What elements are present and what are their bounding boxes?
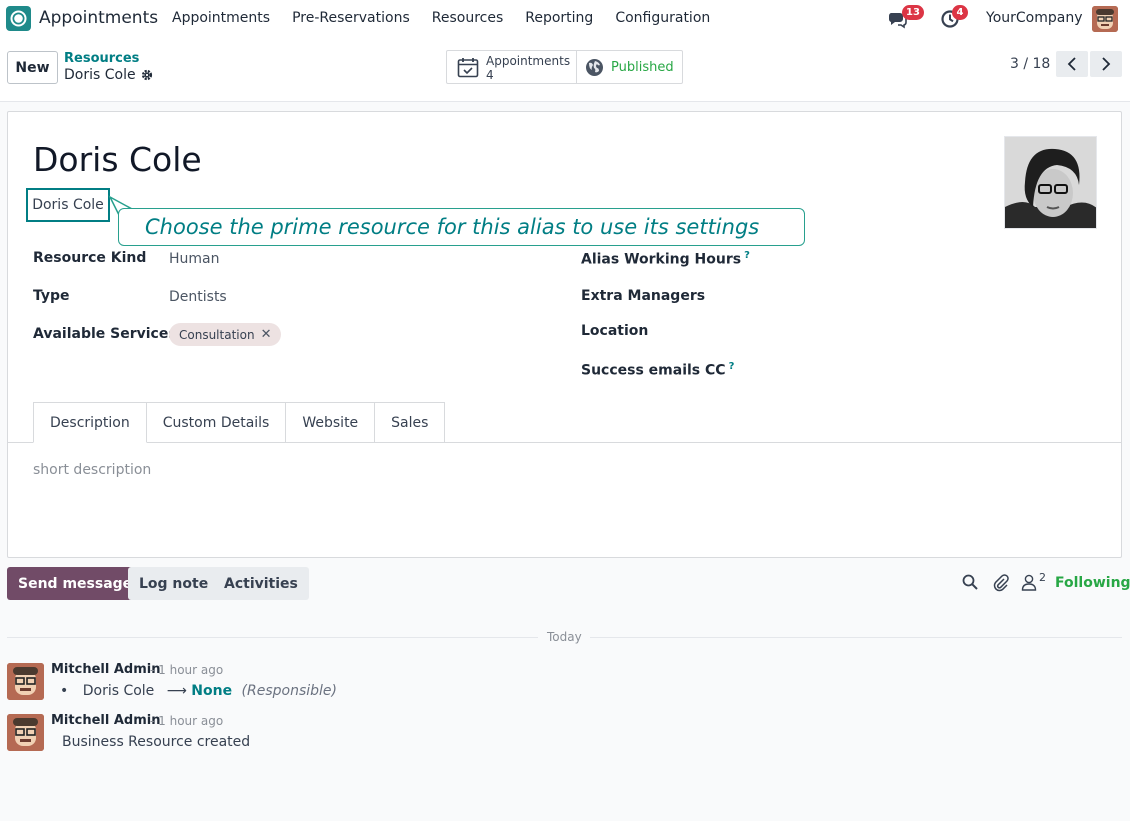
- breadcrumb-resources[interactable]: Resources: [64, 51, 139, 66]
- bullet: •: [60, 683, 69, 699]
- messages-badge: 13: [902, 5, 924, 20]
- main-menu: Appointments Pre-Reservations Resources …: [172, 10, 732, 26]
- remove-tag-icon[interactable]: ✕: [261, 327, 272, 342]
- date-separator-line: [7, 637, 538, 638]
- smart-buttons: Appointments 4 Published: [446, 50, 683, 84]
- followers-user-icon[interactable]: [1021, 574, 1037, 595]
- tracking-change: • Doris Cole ⟶ None (Responsible): [60, 683, 337, 699]
- service-tag-label: Consultation: [179, 327, 255, 342]
- tour-tooltip: Choose the prime resource for this alias…: [118, 208, 805, 246]
- form-sheet: Doris Cole Doris Cole Choose the prime r…: [7, 111, 1122, 558]
- avatar[interactable]: [7, 714, 44, 751]
- notebook-tabs: Description Custom Details Website Sales: [33, 402, 446, 443]
- send-message-button[interactable]: Send message: [7, 567, 144, 600]
- new-value: None: [191, 683, 233, 699]
- old-value: Doris Cole: [82, 683, 155, 699]
- service-tag: Consultation ✕: [169, 323, 282, 346]
- search-icon[interactable]: [962, 574, 978, 594]
- appointments-smart-button[interactable]: Appointments 4: [447, 51, 577, 83]
- calendar-check-icon: [457, 58, 479, 78]
- resource-kind-label: Resource Kind: [33, 250, 147, 266]
- chevron-left-icon: [1067, 57, 1076, 71]
- avatar[interactable]: [7, 663, 44, 700]
- appointments-app-icon[interactable]: [6, 6, 31, 31]
- menu-appointments[interactable]: Appointments: [172, 10, 270, 26]
- activities-badge: 4: [952, 5, 968, 20]
- appointments-smart-count: 4: [486, 68, 494, 82]
- record-name-field[interactable]: Doris Cole: [33, 140, 202, 179]
- message-author[interactable]: Mitchell Admin: [51, 713, 160, 728]
- company-switcher[interactable]: YourCompany: [986, 10, 1083, 26]
- alias-working-hours-label: Alias Working Hours?: [581, 250, 750, 268]
- resource-kind-field[interactable]: Human: [169, 251, 220, 267]
- date-separator: Today: [547, 630, 582, 644]
- help-tooltip-icon[interactable]: ?: [729, 361, 735, 372]
- menu-configuration[interactable]: Configuration: [615, 10, 710, 26]
- message-author[interactable]: Mitchell Admin: [51, 662, 160, 677]
- pager-previous-button[interactable]: [1056, 51, 1088, 77]
- menu-reporting[interactable]: Reporting: [525, 10, 593, 26]
- type-field[interactable]: Dentists: [169, 289, 227, 305]
- message-time: - 1 hour ago: [150, 663, 224, 677]
- message-time: - 1 hour ago: [150, 714, 224, 728]
- followers-count: 2: [1039, 571, 1046, 584]
- log-note-button[interactable]: Log note: [128, 567, 220, 600]
- tab-sales[interactable]: Sales: [375, 402, 446, 443]
- paperclip-icon[interactable]: [992, 574, 1010, 596]
- user-avatar[interactable]: [1092, 6, 1118, 32]
- published-smart-button[interactable]: Published: [577, 51, 682, 83]
- extra-managers-label: Extra Managers: [581, 288, 706, 304]
- success-emails-cc-text: Success emails CC: [581, 362, 726, 379]
- resource-photo[interactable]: [1004, 136, 1097, 229]
- pager-next-button[interactable]: [1090, 51, 1122, 77]
- chevron-right-icon: [1102, 57, 1111, 71]
- new-button[interactable]: New: [7, 51, 58, 84]
- date-separator-line: [590, 637, 1122, 638]
- tab-description[interactable]: Description: [33, 402, 147, 443]
- arrow-right-icon: ⟶: [166, 683, 187, 699]
- control-panel: New Resources Doris Cole Appointments 4: [0, 37, 1130, 102]
- appointments-smart-label: Appointments: [486, 54, 571, 68]
- success-emails-cc-label: Success emails CC?: [581, 361, 734, 379]
- alias-working-hours-text: Alias Working Hours: [581, 251, 742, 268]
- breadcrumb-current-label: Doris Cole: [64, 67, 136, 83]
- activities-button[interactable]: Activities: [213, 567, 309, 600]
- available-services-label: Available Services: [33, 326, 177, 342]
- menu-pre-reservations[interactable]: Pre-Reservations: [292, 10, 410, 26]
- following-button[interactable]: Following: [1055, 575, 1130, 591]
- globe-icon: [586, 59, 603, 76]
- message-body: Business Resource created: [62, 734, 251, 750]
- top-navbar: Appointments Appointments Pre-Reservatio…: [0, 0, 1130, 37]
- menu-resources[interactable]: Resources: [432, 10, 504, 26]
- type-label: Type: [33, 288, 70, 304]
- tab-website[interactable]: Website: [286, 402, 376, 443]
- location-label: Location: [581, 323, 649, 339]
- tracked-field-name: (Responsible): [241, 683, 338, 699]
- alias-field[interactable]: Doris Cole: [26, 188, 110, 222]
- description-editor[interactable]: short description: [33, 462, 151, 478]
- help-tooltip-icon[interactable]: ?: [744, 250, 750, 261]
- published-label: Published: [611, 60, 674, 75]
- breadcrumb-current: Doris Cole: [64, 67, 153, 83]
- app-name[interactable]: Appointments: [39, 8, 158, 28]
- tab-custom-details[interactable]: Custom Details: [146, 402, 287, 443]
- pager-value[interactable]: 3 / 18: [1010, 56, 1050, 72]
- gear-icon[interactable]: [141, 69, 153, 81]
